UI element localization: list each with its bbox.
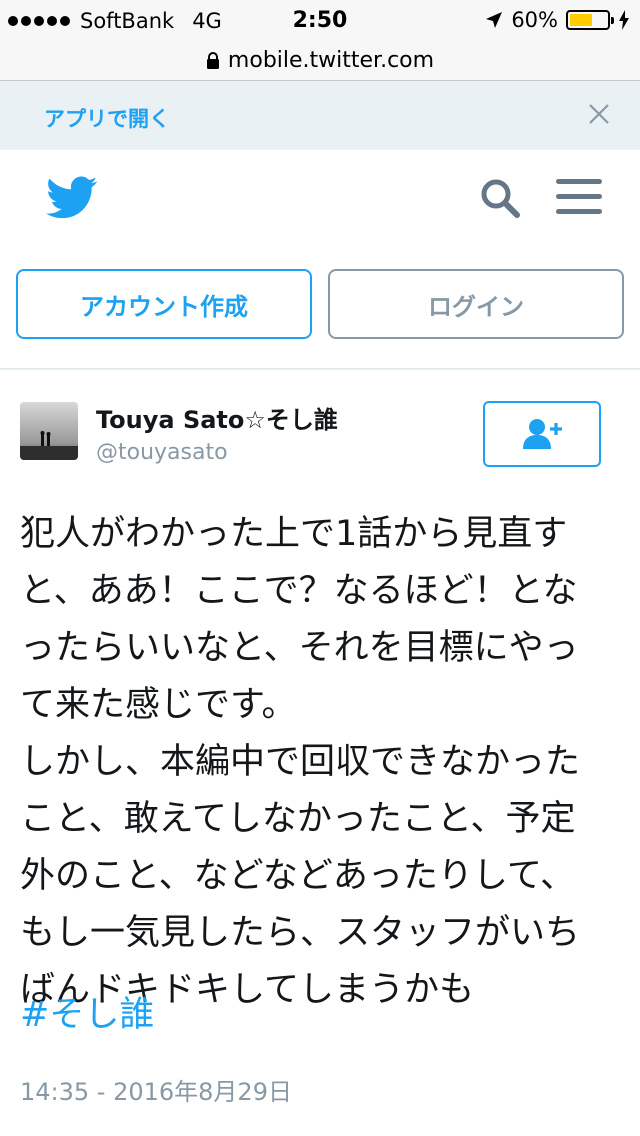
tweet-text-line: 犯人がわかった上で1話から見直す (20, 514, 568, 554)
signup-button[interactable]: アカウント作成 (16, 269, 312, 339)
battery-percent: 60% (511, 8, 558, 32)
auth-section: アカウント作成 ログイン (0, 242, 640, 369)
tweet-card: Touya Sato☆そし誰 @touyasato 犯人がわかった上で1話から見… (0, 370, 640, 1136)
site-header (0, 150, 640, 242)
tweet-timestamp[interactable]: 14:35 - 2016年8月29日 (20, 1072, 292, 1107)
tweet-text-line: しかし、本編中で回収できなかった (20, 742, 581, 782)
app-banner: アプリで開く (0, 81, 640, 150)
location-arrow-icon (486, 12, 503, 28)
close-icon[interactable] (588, 103, 610, 125)
tweet-text-line: と、ああ！ここで？なるほど！とな (20, 571, 578, 611)
battery-icon (566, 10, 614, 30)
open-in-app-link[interactable]: アプリで開く (44, 103, 170, 133)
login-button[interactable]: ログイン (328, 269, 624, 339)
avatar[interactable] (20, 402, 78, 460)
tweet-text-line: 外のこと、などなどあったりして、 (20, 856, 576, 896)
search-icon[interactable] (478, 176, 522, 220)
status-right: 60% (485, 8, 630, 32)
follow-button[interactable] (483, 401, 601, 467)
follow-user-icon (523, 419, 562, 449)
lock-icon (206, 51, 219, 69)
user-handle[interactable]: @touyasato (96, 440, 228, 465)
tweet-text-line: こと、敢えてしなかったこと、予定 (20, 799, 576, 839)
hashtag-link[interactable]: #そし誰 (20, 986, 154, 1037)
menu-icon[interactable] (556, 178, 602, 216)
tweet-text-line: て来た感じです。 (20, 685, 297, 725)
twitter-bird-icon[interactable] (46, 176, 98, 220)
url-text: mobile.twitter.com (227, 47, 435, 73)
url-bar[interactable]: mobile.twitter.com (0, 40, 640, 81)
tweet-text-line: ったらいいなと、それを目標にやっ (20, 628, 579, 668)
status-bar: SoftBank 4G 2:50 60% (0, 0, 640, 40)
charging-icon (619, 10, 629, 30)
tweet-text: 犯人がわかった上で1話から見直す と、ああ！ここで？なるほど！とな ったらいいな… (20, 506, 620, 1019)
tweet-text-line: もし一気見したら、スタッフがいち (20, 913, 581, 953)
display-name[interactable]: Touya Sato☆そし誰 (96, 400, 338, 435)
